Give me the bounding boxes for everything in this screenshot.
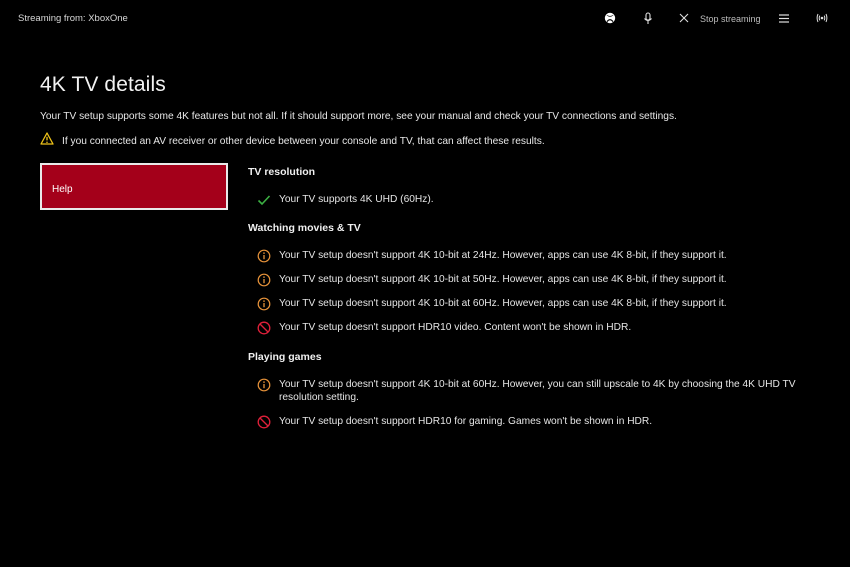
intro-text: Your TV setup supports some 4K features …	[40, 111, 677, 122]
blocked-icon	[256, 414, 272, 430]
help-button-label: Help	[52, 184, 73, 195]
list-item: Your TV setup doesn't support 4K 10-bit …	[256, 377, 814, 404]
info-icon	[256, 377, 272, 393]
list-item: Your TV setup doesn't support HDR10 for …	[256, 414, 814, 430]
section-title-playing-games: Playing games	[248, 351, 322, 363]
item-text: Your TV setup doesn't support 4K 10-bit …	[279, 274, 727, 285]
section-title-watching-movies: Watching movies & TV	[248, 222, 361, 234]
page-title: 4K TV details	[40, 73, 166, 96]
menu-icon[interactable]	[776, 10, 792, 26]
xbox-icon[interactable]	[602, 10, 618, 26]
blocked-icon	[256, 320, 272, 336]
list-item: Your TV setup doesn't support HDR10 vide…	[256, 320, 814, 336]
help-button[interactable]: Help	[40, 163, 228, 210]
section-title-tv-resolution: TV resolution	[248, 166, 316, 178]
list-item: Your TV setup doesn't support 4K 10-bit …	[256, 296, 814, 312]
warning-icon	[40, 132, 54, 150]
stop-streaming-button[interactable]: Stop streaming	[700, 14, 761, 24]
info-icon	[256, 296, 272, 312]
streaming-from-label: Streaming from: XboxOne	[18, 13, 128, 24]
list-item: Your TV supports 4K UHD (60Hz).	[256, 192, 814, 208]
info-icon	[256, 272, 272, 288]
item-text: Your TV setup doesn't support 4K 10-bit …	[279, 250, 727, 261]
list-item: Your TV setup doesn't support 4K 10-bit …	[256, 272, 814, 288]
item-text: Your TV setup doesn't support HDR10 vide…	[279, 322, 632, 333]
top-bar: Streaming from: XboxOne Stop streaming	[0, 0, 850, 38]
broadcast-icon[interactable]	[814, 10, 830, 26]
info-icon	[256, 248, 272, 264]
warning-text: If you connected an AV receiver or other…	[62, 135, 545, 147]
close-icon[interactable]	[676, 10, 692, 26]
item-text: Your TV setup doesn't support 4K 10-bit …	[279, 379, 796, 403]
item-text: Your TV setup doesn't support HDR10 for …	[279, 416, 653, 427]
microphone-icon[interactable]	[640, 10, 656, 26]
checkmark-icon	[256, 192, 272, 208]
item-text: Your TV supports 4K UHD (60Hz).	[279, 194, 434, 205]
list-item: Your TV setup doesn't support 4K 10-bit …	[256, 248, 814, 264]
item-text: Your TV setup doesn't support 4K 10-bit …	[279, 298, 727, 309]
warning-row: If you connected an AV receiver or other…	[40, 132, 545, 150]
